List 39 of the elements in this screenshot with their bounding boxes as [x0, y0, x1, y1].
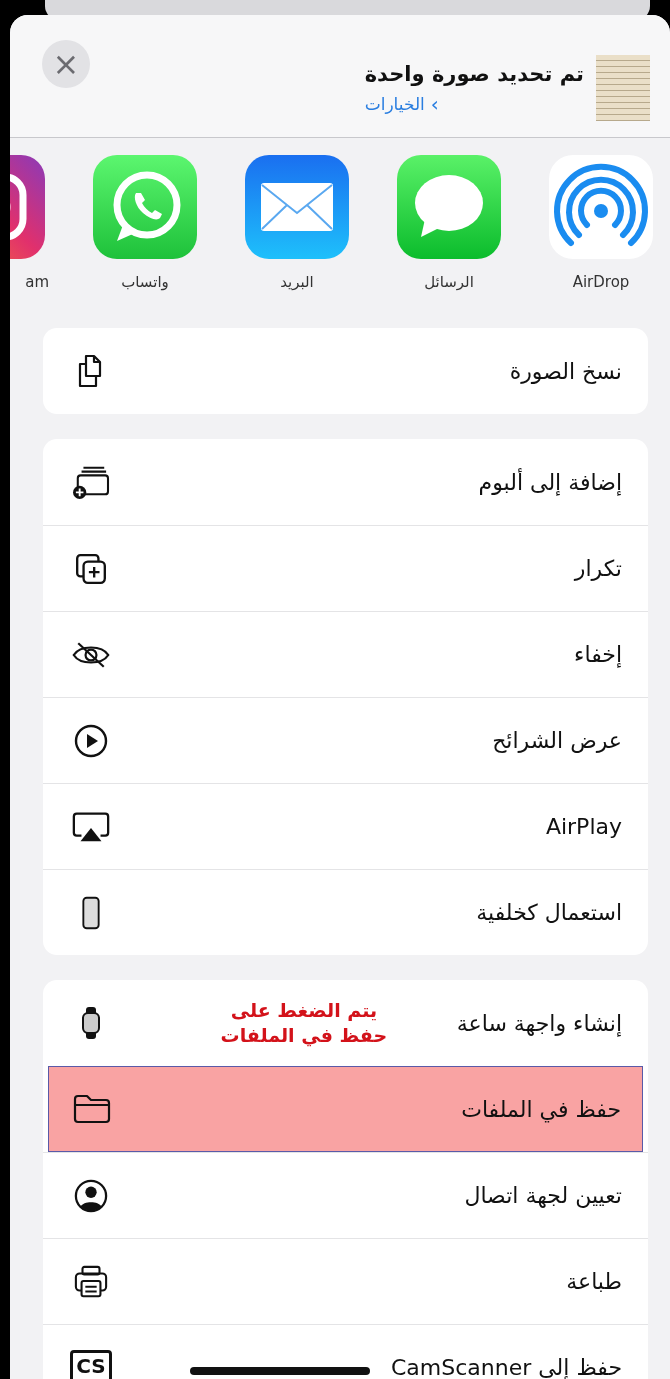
app-label: واتساب — [121, 273, 169, 291]
airdrop-icon[interactable] — [549, 155, 653, 259]
app-label: الرسائل — [424, 273, 474, 291]
action-row[interactable]: AirPlay — [43, 783, 648, 869]
action-label: تكرار — [574, 556, 622, 581]
action-label: نسخ الصورة — [509, 358, 622, 384]
action-row[interactable]: إخفاء — [43, 611, 648, 697]
annotation-text: يتم الضغط على حفظ في الملفات — [219, 998, 389, 1048]
action-row[interactable]: حفظ في الملفات — [48, 1066, 643, 1152]
action-label: طباعة — [566, 1269, 622, 1294]
app-label: البريد — [280, 273, 314, 291]
action-row[interactable]: إضافة إلى ألبوم — [43, 439, 648, 525]
speech-bubble-icon[interactable] — [397, 155, 501, 259]
action-label: حفظ في الملفات — [461, 1096, 621, 1122]
folder-icon — [72, 1092, 112, 1126]
action-label: عرض الشرائح — [492, 728, 622, 753]
action-row[interactable]: عرض الشرائح — [43, 697, 648, 783]
action-label: AirPlay — [545, 814, 622, 839]
scanner-logo: CS — [70, 1350, 112, 1379]
action-row[interactable]: نسخ الصورة — [43, 328, 648, 414]
action-row[interactable]: تعيين لجهة اتصال — [43, 1152, 648, 1238]
photo-placeholder — [596, 55, 650, 121]
app-label: am — [25, 273, 50, 291]
action-row[interactable]: طباعة — [43, 1238, 648, 1324]
options-link[interactable]: › الخيارات — [364, 94, 439, 114]
close-button[interactable]: × — [42, 40, 90, 88]
action-row[interactable]: استعمال كخلفية — [43, 869, 648, 955]
action-row[interactable]: تكرار — [43, 525, 648, 611]
album-add-icon — [71, 465, 111, 499]
action-label: إخفاء — [574, 642, 622, 667]
phone-bubble-icon[interactable] — [93, 155, 197, 259]
sheet-title: تم تحديد صورة واحدة — [364, 62, 584, 86]
action-label: إنشاء واجهة ساعة — [456, 1010, 622, 1036]
action-label: استعمال كخلفية — [476, 900, 622, 925]
action-row[interactable]: إنشاء واجهة ساعة يتم الضغط على حفظ في الملفات — [43, 980, 648, 1066]
app-label: AirDrop — [572, 273, 630, 291]
envelope-icon[interactable] — [245, 155, 349, 259]
action-label: إضافة إلى ألبوم — [478, 469, 622, 495]
action-label: تعيين لجهة اتصال — [464, 1183, 622, 1208]
